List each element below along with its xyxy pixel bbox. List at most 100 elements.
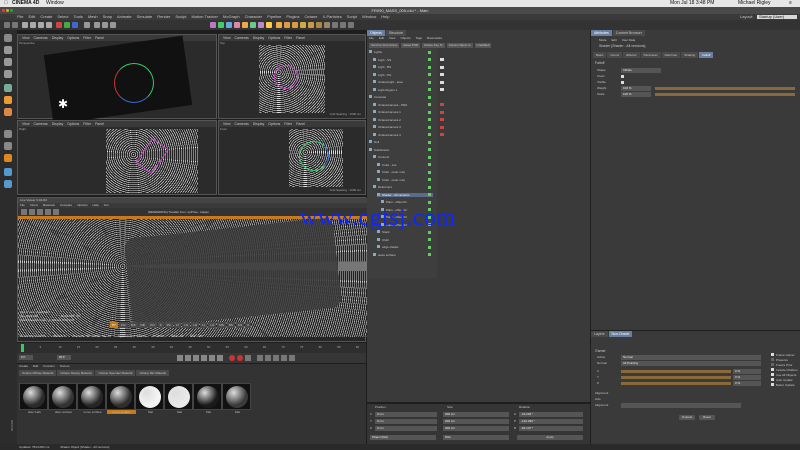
rotation-gizmo[interactable]: [114, 63, 154, 103]
checkbox-icon[interactable]: [771, 363, 774, 366]
attributes-menu-item[interactable]: User Data: [622, 38, 636, 42]
render-mode-tab[interactable]: A: [245, 322, 252, 328]
attributes-subtab[interactable]: Basic: [593, 52, 607, 58]
play-icon[interactable]: [201, 355, 207, 361]
workplane-icon[interactable]: [4, 70, 12, 78]
view-menu[interactable]: View: [223, 36, 231, 40]
slider-track[interactable]: [621, 382, 731, 385]
cameras-menu[interactable]: Cameras: [34, 36, 48, 40]
close-window-icon[interactable]: [2, 9, 5, 12]
position-field[interactable]: 0 cm: [375, 419, 437, 424]
panel-menu[interactable]: Panel: [95, 36, 104, 40]
object-tag-icon[interactable]: [440, 88, 444, 91]
checkbox-icon[interactable]: [771, 368, 774, 371]
object-row[interactable]: Null: [369, 140, 433, 144]
point-level-icon[interactable]: [289, 355, 295, 361]
object-row[interactable]: OctaneCamera 3: [373, 125, 433, 129]
object-menu-item[interactable]: Edit: [379, 36, 384, 40]
user-name[interactable]: Michael Rigley: [738, 0, 771, 7]
reset-button[interactable]: Reset: [699, 415, 715, 420]
attributes-subtab[interactable]: Coord.: [607, 52, 623, 58]
camera-icon[interactable]: [258, 22, 264, 28]
live-viewer-menu-item[interactable]: Materials: [43, 203, 55, 207]
deformer-icon[interactable]: [242, 22, 248, 28]
display-menu[interactable]: Display: [52, 122, 63, 126]
polygons-mode-icon[interactable]: [4, 108, 12, 116]
slider-value[interactable]: 0 %: [733, 369, 761, 374]
checkbox-icon[interactable]: [771, 383, 774, 386]
menu-select[interactable]: Select: [57, 14, 68, 19]
attribute-slider[interactable]: [655, 93, 795, 96]
coordinate-mode-select[interactable]: Object (Rel): [370, 435, 436, 440]
app-menu[interactable]: CINEMA 4D: [12, 0, 39, 7]
view-menu[interactable]: View: [223, 122, 231, 126]
render-mode-tab[interactable]: CS: [235, 322, 245, 328]
cube-icon[interactable]: [210, 22, 216, 28]
live-viewer-menu-item[interactable]: Options: [77, 203, 87, 207]
panel-menu[interactable]: Panel: [95, 122, 104, 126]
next-key-icon[interactable]: [209, 355, 215, 361]
material-swatch[interactable]: Mat: [193, 383, 222, 414]
rotation-key-icon[interactable]: [273, 355, 279, 361]
object-row[interactable]: OctaneCamera 1: [373, 110, 433, 114]
menu-render[interactable]: Render: [157, 14, 170, 19]
cameras-menu[interactable]: Cameras: [235, 122, 249, 126]
snap-icon[interactable]: [4, 154, 12, 162]
object-row[interactable]: OctaneCamera - PRH: [373, 102, 433, 107]
object-visibility-icon[interactable]: [428, 125, 431, 129]
material-tab[interactable]: Octane Specular Material: [95, 370, 136, 376]
menu-snap[interactable]: Snap: [103, 14, 112, 19]
goto-end-icon[interactable]: [217, 355, 223, 361]
object-visibility-icon[interactable]: [428, 50, 431, 54]
octane-light-icon[interactable]: [292, 22, 298, 28]
display-menu[interactable]: Display: [253, 36, 264, 40]
object-visibility-icon[interactable]: [428, 185, 431, 189]
goto-start-icon[interactable]: [177, 355, 183, 361]
display-menu[interactable]: Display: [253, 122, 264, 126]
menu-animate[interactable]: Animate: [117, 14, 132, 19]
viewport-top[interactable]: View Cameras Display Options Filter Panel Top…: [218, 34, 366, 119]
object-tag-icon[interactable]: [440, 80, 444, 84]
undo-icon[interactable]: [4, 22, 10, 28]
layer-field-value[interactable]: All Pointing: [621, 361, 761, 366]
current-frame-field[interactable]: 0 F: [19, 355, 33, 360]
object-tag-icon[interactable]: [440, 65, 444, 69]
menu-help[interactable]: Help: [381, 14, 389, 19]
object-visibility-icon[interactable]: [428, 80, 431, 84]
menu-create[interactable]: Create: [40, 14, 52, 19]
render-mode-tab[interactable]: DIF: [138, 322, 148, 328]
object-row[interactable]: Cloth - outer mist: [377, 170, 433, 174]
object-visibility-icon[interactable]: [428, 65, 431, 69]
tab-layers[interactable]: Layers: [591, 331, 608, 337]
panel-menu[interactable]: Panel: [296, 122, 305, 126]
object-row[interactable]: Cloth - outer mist: [377, 177, 433, 182]
tab-attributes[interactable]: Attributes: [591, 30, 612, 36]
light-icon[interactable]: [266, 22, 272, 28]
material-tab[interactable]: Octane Diffuse Material: [19, 370, 57, 376]
octane-object-icon[interactable]: [316, 22, 322, 28]
menu-character[interactable]: Character: [245, 14, 263, 19]
attributes-menu-item[interactable]: Mode: [599, 38, 607, 42]
stop-render-icon[interactable]: [45, 209, 51, 215]
octane-camera-icon[interactable]: [300, 22, 306, 28]
options-menu[interactable]: Options: [67, 122, 79, 126]
material-menu-item[interactable]: Edit: [33, 364, 38, 368]
object-visibility-icon[interactable]: [428, 148, 431, 151]
attributes-menu-item[interactable]: Edit: [612, 38, 617, 42]
attributes-subtab[interactable]: Falloff: [699, 52, 714, 58]
rotate-icon[interactable]: [46, 22, 52, 28]
model-mode-icon[interactable]: [4, 46, 12, 54]
slider-track[interactable]: [621, 370, 731, 373]
position-field[interactable]: 0 cm: [375, 426, 437, 431]
layer-checkbox-row[interactable]: Better Update: [771, 383, 798, 388]
live-viewer-menu-item[interactable]: File: [20, 203, 25, 207]
spline-icon[interactable]: [218, 22, 224, 28]
render-settings-icon[interactable]: [110, 22, 116, 28]
menu-motion-tracker[interactable]: Motion Tracker: [191, 14, 217, 19]
render-mode-tab[interactable]: MS: [217, 322, 226, 328]
filter-menu[interactable]: Filter: [83, 122, 91, 126]
view-menu[interactable]: View: [22, 122, 30, 126]
filter-menu[interactable]: Filter: [83, 36, 91, 40]
menu-simulate[interactable]: Simulate: [137, 14, 153, 19]
size-mode-select[interactable]: Size: [443, 435, 509, 440]
